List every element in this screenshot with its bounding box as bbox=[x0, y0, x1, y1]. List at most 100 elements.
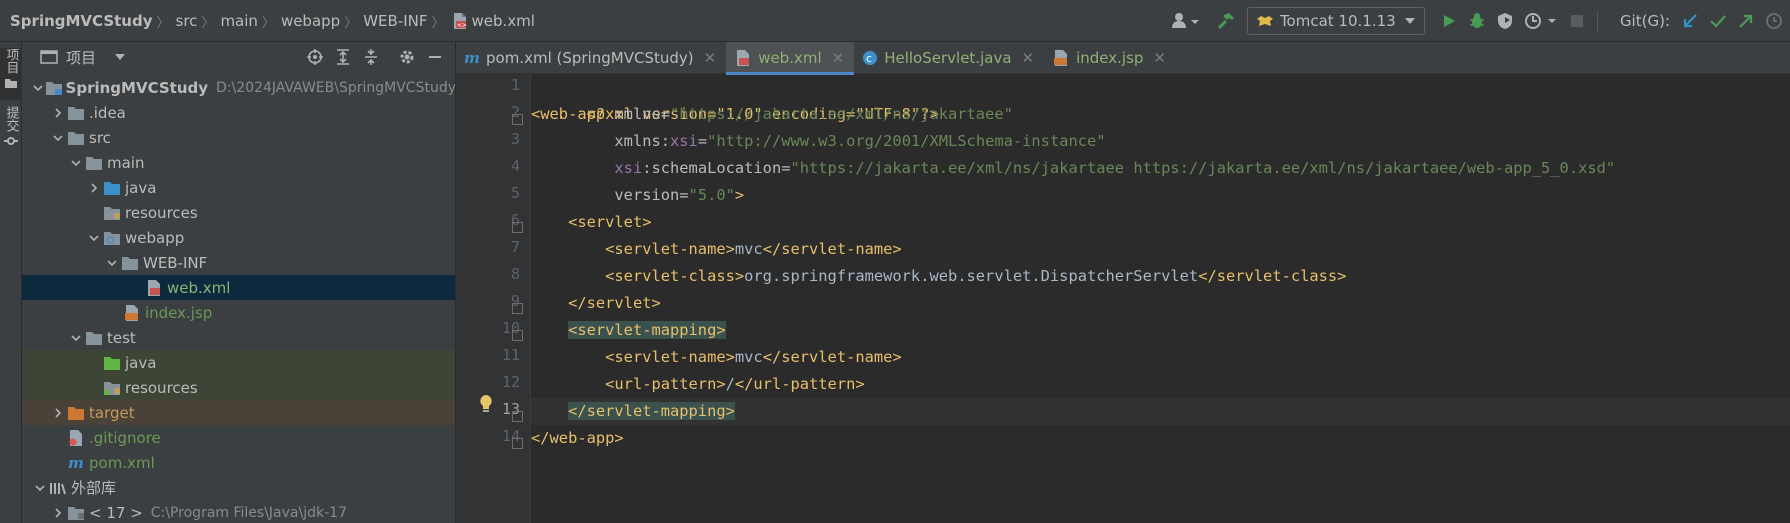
build-hammer-icon[interactable] bbox=[1211, 7, 1239, 35]
jsp-file-icon bbox=[1054, 50, 1068, 66]
breadcrumb-item-web-inf[interactable]: WEB-INF bbox=[363, 12, 427, 30]
close-icon[interactable]: ✕ bbox=[832, 49, 845, 67]
coverage-icon[interactable] bbox=[1491, 7, 1519, 35]
profiler-dropdown-icon[interactable] bbox=[1519, 7, 1563, 35]
tree-item-label: .gitignore bbox=[89, 428, 161, 447]
line-number: 11 bbox=[501, 346, 520, 364]
chevron-down-icon[interactable] bbox=[32, 480, 48, 496]
chevron-right-icon[interactable] bbox=[50, 405, 66, 421]
expand-all-icon[interactable] bbox=[329, 44, 357, 70]
fold-marker-icon[interactable] bbox=[512, 438, 523, 449]
chevron-down-icon[interactable] bbox=[32, 80, 45, 96]
collapse-all-icon[interactable] bbox=[357, 44, 385, 70]
tree-item-test-java[interactable]: java bbox=[22, 350, 455, 375]
code-attr: version= bbox=[614, 186, 689, 204]
chevron-down-icon[interactable] bbox=[50, 130, 66, 146]
code-text: mvc bbox=[734, 348, 763, 366]
breadcrumb-item-main[interactable]: main bbox=[220, 12, 257, 30]
editor-area: m pom.xml (SpringMVCStudy) ✕ web.xml ✕ c… bbox=[456, 42, 1790, 523]
tree-item-main[interactable]: main bbox=[22, 150, 455, 175]
close-icon[interactable]: ✕ bbox=[704, 49, 717, 67]
tree-item-webapp[interactable]: webapp bbox=[22, 225, 455, 250]
project-view-selector[interactable]: 项目 bbox=[40, 47, 126, 68]
tab-label: pom.xml (SpringMVCStudy) bbox=[486, 49, 694, 67]
tree-item-label: resources bbox=[125, 378, 198, 397]
fold-marker-icon[interactable] bbox=[512, 114, 523, 125]
tab-web-xml[interactable]: web.xml ✕ bbox=[726, 42, 855, 75]
fold-marker-icon[interactable] bbox=[512, 330, 523, 341]
fold-marker-icon[interactable] bbox=[512, 303, 523, 314]
chevron-down-icon[interactable] bbox=[104, 255, 120, 271]
gear-icon[interactable] bbox=[393, 44, 421, 70]
breadcrumb-item-file[interactable]: <> web.xml bbox=[451, 12, 535, 30]
lightbulb-icon[interactable] bbox=[478, 394, 494, 414]
jdk-folder-icon bbox=[66, 504, 86, 522]
tree-item-gitignore[interactable]: .gitignore bbox=[22, 425, 455, 450]
tab-pom-xml[interactable]: m pom.xml (SpringMVCStudy) ✕ bbox=[456, 42, 726, 74]
test-source-folder-icon bbox=[102, 354, 122, 372]
svg-text:c: c bbox=[866, 52, 872, 65]
locate-file-icon[interactable] bbox=[301, 44, 329, 70]
breadcrumb-item-src[interactable]: src bbox=[176, 12, 198, 30]
breadcrumb-item-project[interactable]: SpringMVCStudy bbox=[10, 12, 153, 30]
tree-item-web-inf[interactable]: WEB-INF bbox=[22, 250, 455, 275]
maven-file-icon: m bbox=[66, 454, 86, 472]
chevron-right-icon[interactable] bbox=[50, 505, 66, 521]
toolbar-divider bbox=[1596, 10, 1598, 32]
tree-item-project-root[interactable]: SpringMVCStudy D:\2024JAVAWEB\SpringMVCS… bbox=[22, 75, 455, 100]
code-line: <servlet-name>mvc</servlet-name> bbox=[531, 236, 1790, 263]
tree-item-idea[interactable]: .idea bbox=[22, 100, 455, 125]
commit-tool-tab[interactable]: 提交 bbox=[0, 106, 22, 158]
fold-marker-icon[interactable] bbox=[512, 222, 523, 233]
tab-label: HelloServlet.java bbox=[884, 49, 1012, 67]
chevron-down-icon[interactable] bbox=[86, 230, 102, 246]
close-icon[interactable]: ✕ bbox=[1022, 49, 1035, 67]
tree-item-test-resources[interactable]: resources bbox=[22, 375, 455, 400]
run-icon[interactable] bbox=[1435, 7, 1463, 35]
tree-item-web-xml[interactable]: web.xml bbox=[22, 275, 455, 300]
project-window-icon bbox=[40, 50, 58, 64]
code-text: / bbox=[725, 375, 735, 393]
code-value: "https://jakarta.ee/xml/ns/jakartaee htt… bbox=[790, 159, 1616, 177]
history-icon[interactable] bbox=[1760, 7, 1788, 35]
tab-helloservlet-java[interactable]: c HelloServlet.java ✕ bbox=[854, 42, 1044, 74]
project-tool-tab[interactable]: 项目 bbox=[0, 48, 22, 100]
chevron-down-icon[interactable] bbox=[68, 155, 84, 171]
git-commit-icon[interactable] bbox=[1704, 7, 1732, 35]
tree-item-main-java[interactable]: java bbox=[22, 175, 455, 200]
tree-item-target[interactable]: target bbox=[22, 400, 455, 425]
code-tag: </web-app> bbox=[531, 429, 624, 447]
code-text: org.springframework.web.servlet.Dispatch… bbox=[744, 267, 1199, 285]
code-line: xmlns:xsi="http://www.w3.org/2001/XMLSch… bbox=[531, 128, 1790, 155]
debug-icon[interactable] bbox=[1463, 7, 1491, 35]
tree-item-jdk[interactable]: < 17 > C:\Program Files\Java\jdk-17 bbox=[22, 500, 455, 523]
git-update-icon[interactable] bbox=[1676, 7, 1704, 35]
project-panel: 项目 SpringMVCStudy D:\2024JAVAWEB\SpringM… bbox=[22, 42, 456, 523]
tree-item-index-jsp[interactable]: index.jsp bbox=[22, 300, 455, 325]
tab-index-jsp[interactable]: index.jsp ✕ bbox=[1044, 42, 1176, 74]
breadcrumb-item-webapp[interactable]: webapp bbox=[281, 12, 340, 30]
git-push-icon[interactable] bbox=[1732, 7, 1760, 35]
close-icon[interactable]: ✕ bbox=[1153, 49, 1166, 67]
fold-marker-icon[interactable] bbox=[512, 411, 523, 422]
navigation-bar: SpringMVCStudy 〉 src 〉 main 〉 webapp 〉 W… bbox=[0, 0, 1790, 42]
stop-icon[interactable] bbox=[1563, 7, 1591, 35]
chevron-right-icon[interactable] bbox=[50, 105, 66, 121]
chevron-right-icon[interactable] bbox=[86, 180, 102, 196]
tree-item-external-libraries[interactable]: 外部库 bbox=[22, 475, 455, 500]
tree-item-test[interactable]: test bbox=[22, 325, 455, 350]
tree-item-main-resources[interactable]: resources bbox=[22, 200, 455, 225]
line-number: 4 bbox=[510, 157, 520, 175]
code-editor[interactable]: <?xml version="1.0" encoding="UTF-8"?> <… bbox=[531, 74, 1790, 523]
minimize-icon[interactable] bbox=[421, 44, 449, 70]
tree-item-src[interactable]: src bbox=[22, 125, 455, 150]
user-dropdown-icon[interactable] bbox=[1165, 7, 1205, 35]
run-configuration-selector[interactable]: Tomcat 10.1.13 bbox=[1246, 7, 1425, 35]
chevron-down-icon[interactable] bbox=[68, 330, 84, 346]
folder-icon bbox=[84, 329, 104, 347]
tree-item-pom-xml[interactable]: m pom.xml bbox=[22, 450, 455, 475]
